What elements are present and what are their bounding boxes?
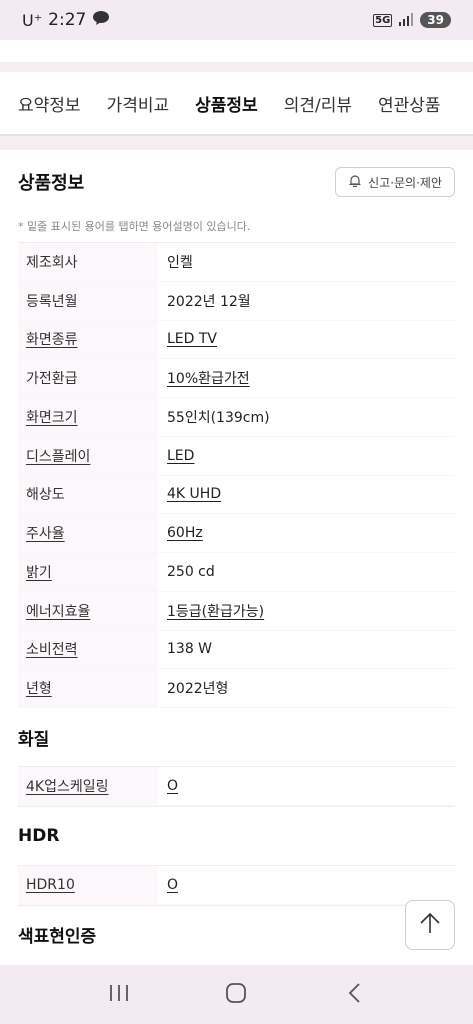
spec-key-link[interactable]: HDR10 — [26, 877, 75, 893]
table-row: 밝기 250 cd — [18, 553, 455, 592]
scroll-top-button[interactable] — [405, 900, 455, 950]
spec-value-link[interactable]: O — [167, 877, 178, 893]
carrier-label: U⁺ — [22, 10, 43, 30]
home-icon — [225, 982, 247, 1008]
bell-icon — [348, 174, 362, 191]
table-row: 4K업스케일링 O — [18, 767, 455, 806]
system-nav-bar — [0, 965, 473, 1024]
spec-key-link[interactable]: 화면크기 — [26, 407, 78, 427]
table-row: 소비전력 138 W — [18, 630, 455, 670]
glossary-note: * 밑줄 표시된 용어를 탭하면 용어설명이 있습니다. — [18, 220, 251, 233]
spec-value-link[interactable]: LED — [167, 448, 194, 464]
talk-icon — [92, 10, 110, 31]
home-button[interactable] — [216, 975, 256, 1015]
spec-key-link[interactable]: 소비전력 — [26, 639, 78, 659]
section-title-hdr: HDR — [18, 825, 60, 846]
tab-bar: 요약정보 가격비교 상품정보 의견/리뷰 연관상품 — [0, 72, 473, 136]
arrow-up-icon — [419, 911, 441, 939]
table-row: 등록년월 2022년 12월 — [18, 281, 455, 321]
tab-related[interactable]: 연관상품 — [360, 72, 441, 134]
tab-product-info[interactable]: 상품정보 — [177, 72, 258, 134]
quality-table: 4K업스케일링 O — [18, 766, 455, 807]
spec-value: 55인치(139cm) — [167, 409, 270, 426]
battery-indicator: 39 — [420, 12, 451, 28]
divider — [0, 62, 473, 72]
table-row: 주사율 60Hz — [18, 514, 455, 553]
report-button-label: 신고·문의·제안 — [368, 175, 442, 190]
back-button[interactable] — [334, 975, 374, 1015]
section-header: 상품정보 신고·문의·제안 — [0, 150, 473, 214]
spec-key: 가전환급 — [18, 359, 158, 397]
table-row: 년형 2022년형 — [18, 669, 455, 708]
signal-icon — [398, 12, 414, 29]
tab-reviews[interactable]: 의견/리뷰 — [266, 72, 352, 134]
recents-icon — [108, 983, 130, 1007]
spec-value: 인켈 — [167, 254, 193, 271]
spec-key-link[interactable]: 년형 — [26, 678, 52, 698]
spec-key: 제조회사 — [18, 243, 158, 281]
spec-value-link[interactable]: 60Hz — [167, 525, 203, 541]
hdr-table: HDR10 O — [18, 864, 455, 906]
status-bar: U⁺ 2:27 5G 39 — [0, 0, 473, 40]
spec-value-link[interactable]: 4K UHD — [167, 486, 221, 502]
spec-key: 등록년월 — [18, 281, 158, 320]
clock: 2:27 — [48, 10, 87, 30]
header-strip — [0, 40, 473, 62]
spec-value: 250 cd — [167, 563, 215, 580]
spec-value-link[interactable]: LED TV — [167, 331, 217, 347]
spec-value-link[interactable]: O — [167, 778, 178, 794]
table-row: 화면종류 LED TV — [18, 320, 455, 360]
table-row: 해상도 4K UHD — [18, 475, 455, 515]
tab-summary[interactable]: 요약정보 — [0, 72, 81, 134]
section-title-color-cert: 색표현인증 — [18, 927, 97, 947]
product-info-panel: 상품정보 신고·문의·제안 * 밑줄 표시된 용어를 탭하면 용어설명이 있습니… — [0, 150, 473, 965]
section-title-quality: 화질 — [18, 729, 50, 750]
spec-value-link[interactable]: 1등급(환급가능) — [167, 601, 264, 621]
spec-table: 제조회사 인켈 등록년월 2022년 12월 화면종류 LED TV 가전환급 … — [18, 242, 455, 708]
spec-key: 해상도 — [18, 475, 158, 514]
spec-key-link[interactable]: 주사율 — [26, 523, 65, 543]
table-row: 에너지효율 1등급(환급가능) — [18, 591, 455, 631]
network-label: 5G — [373, 13, 393, 27]
table-row: 화면크기 55인치(139cm) — [18, 398, 455, 437]
spec-key-link[interactable]: 에너지효율 — [26, 601, 90, 621]
spec-value: 2022년형 — [167, 681, 229, 698]
table-row: 제조회사 인켈 — [18, 243, 455, 282]
table-row: 가전환급 10%환급가전 — [18, 359, 455, 398]
section-title: 상품정보 — [18, 173, 85, 194]
spec-value-link[interactable]: 10%환급가전 — [167, 368, 250, 388]
spec-value: 2022년 12월 — [167, 293, 251, 310]
spec-value: 138 W — [167, 641, 213, 658]
spec-key-link[interactable]: 디스플레이 — [26, 446, 90, 466]
spec-key-link[interactable]: 화면종류 — [26, 329, 78, 349]
recents-button[interactable] — [99, 975, 139, 1015]
table-row: HDR10 O — [18, 865, 455, 905]
back-icon — [347, 982, 361, 1008]
tab-price-compare[interactable]: 가격비교 — [89, 72, 170, 134]
table-row: 디스플레이 LED — [18, 436, 455, 476]
spec-key-link[interactable]: 밝기 — [26, 562, 52, 582]
spec-key-link[interactable]: 4K업스케일링 — [26, 776, 109, 796]
report-button[interactable]: 신고·문의·제안 — [335, 167, 455, 197]
